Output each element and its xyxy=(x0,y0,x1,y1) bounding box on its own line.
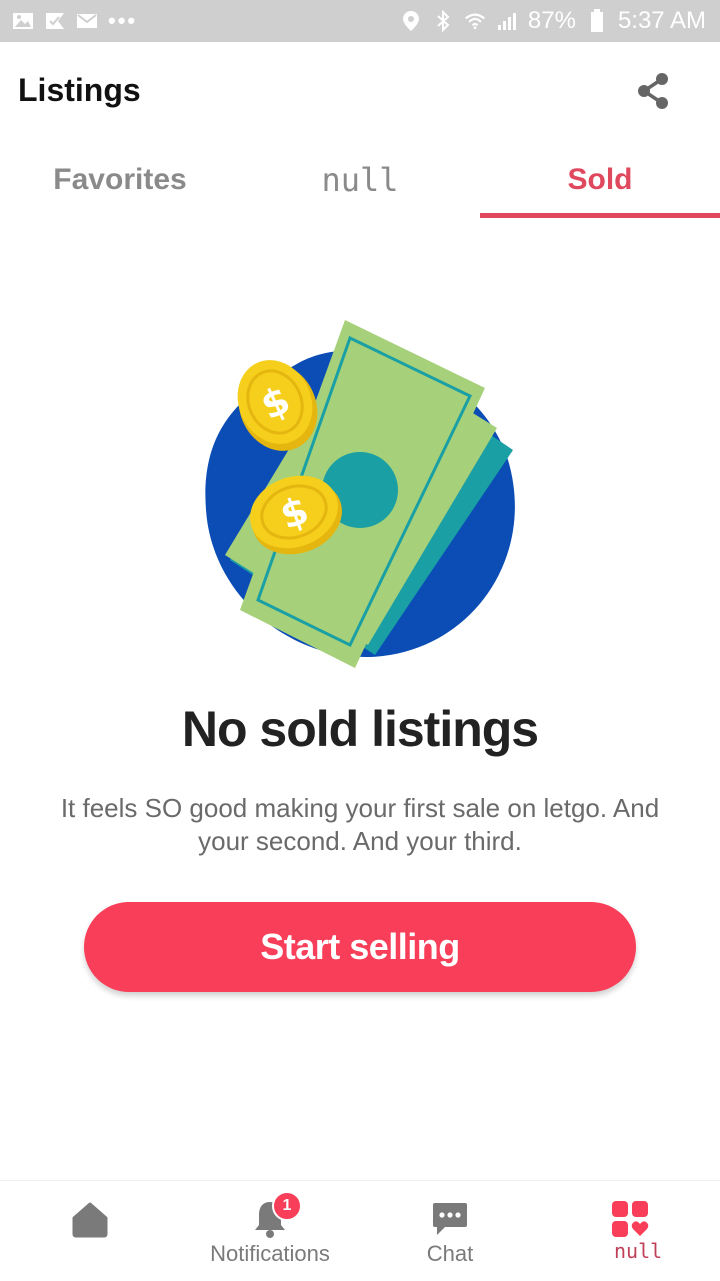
signal-icon xyxy=(496,11,518,31)
status-bar: ••• 87% 5:37 AM xyxy=(0,0,720,42)
clock: 5:37 AM xyxy=(617,7,706,34)
download-check-icon xyxy=(44,11,66,31)
wifi-icon xyxy=(464,11,486,31)
money-illustration: $ $ xyxy=(190,310,530,680)
nav-my-listings[interactable] xyxy=(540,1181,720,1281)
nav-chat-label: Chat xyxy=(426,1241,474,1266)
home-icon xyxy=(70,1199,110,1239)
gallery-icon xyxy=(12,11,34,31)
tab-favorites[interactable]: Favorites xyxy=(0,142,240,218)
bluetooth-icon xyxy=(432,10,454,32)
status-bar-left: ••• xyxy=(12,10,137,32)
tab-sold[interactable]: Sold xyxy=(480,142,720,218)
status-bar-right: 87% 5:37 AM xyxy=(400,9,706,33)
location-icon xyxy=(400,11,422,31)
gmail-icon xyxy=(76,11,98,31)
nav-chat[interactable]: Chat xyxy=(360,1181,540,1281)
tab-selling[interactable]: null xyxy=(240,142,480,218)
my-listings-icon xyxy=(610,1199,650,1239)
notification-badge: 1 xyxy=(272,1191,302,1221)
battery-percent: 87% xyxy=(527,7,576,34)
empty-state-title: No sold listings xyxy=(181,701,539,757)
share-button[interactable] xyxy=(628,68,678,118)
nav-home[interactable] xyxy=(0,1181,180,1281)
empty-state-description: It feels SO good making your first sale … xyxy=(60,793,660,856)
battery-icon xyxy=(586,9,608,32)
page-title: Listings xyxy=(18,72,141,108)
nav-notifications[interactable]: 1 Notifications xyxy=(180,1181,360,1281)
share-icon xyxy=(636,72,670,115)
tab-bar: Favorites null Sold xyxy=(0,142,720,218)
start-selling-button[interactable]: Start selling xyxy=(84,902,636,992)
chat-icon xyxy=(430,1199,470,1239)
header: Listings xyxy=(0,42,720,142)
nav-notifications-label: Notifications xyxy=(210,1241,330,1266)
more-notifications-icon: ••• xyxy=(108,8,138,33)
nav-my-listings-label: null xyxy=(614,1239,663,1263)
bottom-navigation: 1 Notifications Chat null xyxy=(0,1180,720,1281)
